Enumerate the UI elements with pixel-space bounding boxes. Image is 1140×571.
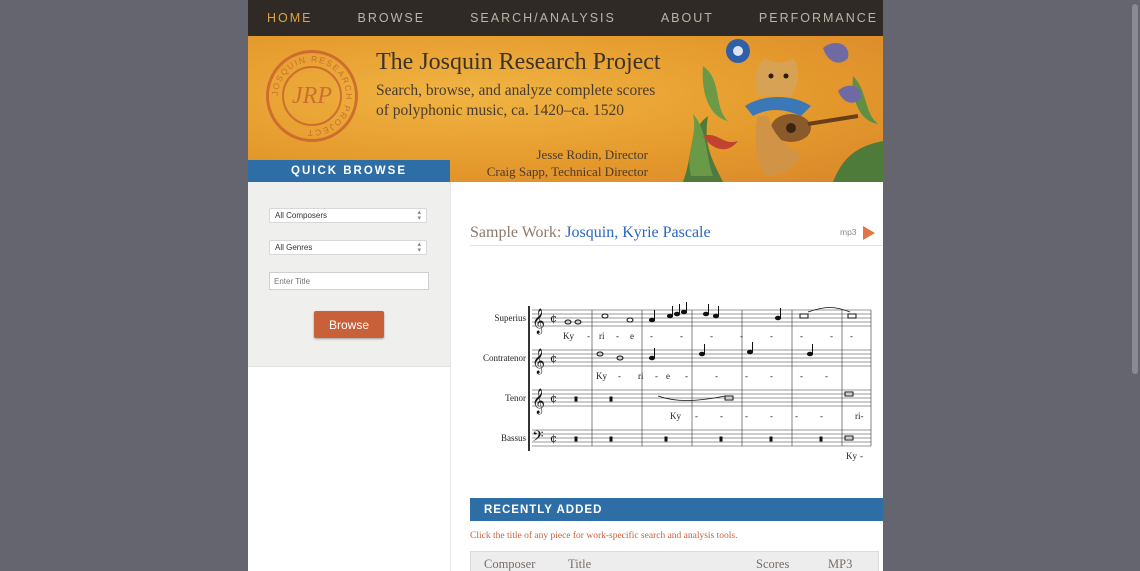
svg-text:-: - bbox=[618, 371, 621, 381]
svg-text:-: - bbox=[650, 331, 653, 341]
nav-browse[interactable]: BROWSE bbox=[358, 11, 426, 25]
svg-text:𝄞: 𝄞 bbox=[532, 388, 545, 414]
window-scrollbar[interactable] bbox=[1130, 0, 1140, 571]
genre-select[interactable]: All Genres ▴ ▾ bbox=[269, 240, 427, 255]
select-arrows-icon: ▴ ▾ bbox=[417, 209, 421, 222]
site-subtitle: Search, browse, and analyze complete sco… bbox=[376, 81, 676, 121]
sample-work-divider bbox=[470, 245, 883, 246]
svg-text:𝄢: 𝄢 bbox=[532, 428, 544, 449]
svg-text:¢: ¢ bbox=[550, 432, 557, 445]
svg-text:ri-: ri- bbox=[855, 411, 864, 421]
svg-text:-: - bbox=[795, 411, 798, 421]
svg-text:Ky: Ky bbox=[563, 331, 574, 341]
recently-added-note: Click the title of any piece for work-sp… bbox=[470, 531, 738, 541]
svg-text:𝄞: 𝄞 bbox=[532, 348, 545, 374]
site-title: The Josquin Research Project bbox=[376, 49, 661, 75]
column-composer[interactable]: Composer bbox=[484, 557, 535, 571]
composer-select-value: All Composers bbox=[275, 211, 328, 220]
page: HOME BROWSE SEARCH/ANALYSIS ABOUT PERFOR… bbox=[248, 0, 883, 571]
site-credits: Jesse Rodin, Director Craig Sapp, Techni… bbox=[487, 146, 648, 180]
credit-technical-director: Craig Sapp, Technical Director bbox=[486, 164, 648, 179]
svg-text:𝄞: 𝄞 bbox=[532, 308, 545, 334]
column-title[interactable]: Title bbox=[568, 557, 591, 571]
play-icon[interactable] bbox=[863, 226, 875, 240]
svg-text:-: - bbox=[770, 331, 773, 341]
svg-text:-: - bbox=[720, 411, 723, 421]
svg-text:Ky: Ky bbox=[596, 371, 607, 381]
title-search-input[interactable] bbox=[269, 272, 429, 290]
svg-text:¢: ¢ bbox=[550, 312, 557, 325]
svg-text:¢: ¢ bbox=[550, 392, 557, 405]
main-nav: HOME BROWSE SEARCH/ANALYSIS ABOUT PERFOR… bbox=[248, 0, 883, 36]
column-scores[interactable]: Scores bbox=[756, 557, 789, 571]
svg-text:-: - bbox=[695, 411, 698, 421]
recently-added-table-header: Composer Title Scores MP3 bbox=[470, 551, 879, 571]
svg-text:¢: ¢ bbox=[550, 352, 557, 365]
mp3-label: mp3 bbox=[840, 227, 857, 237]
recently-added-header: RECENTLY ADDED bbox=[470, 498, 883, 521]
sample-work-link[interactable]: Josquin, Kyrie Pascale bbox=[565, 224, 710, 241]
nav-performance[interactable]: PERFORMANCE bbox=[759, 11, 878, 25]
browse-button[interactable]: Browse bbox=[314, 311, 384, 338]
svg-text:e: e bbox=[666, 371, 670, 381]
svg-text:-: - bbox=[770, 411, 773, 421]
composer-select[interactable]: All Composers ▴ ▾ bbox=[269, 208, 427, 223]
svg-text:-: - bbox=[616, 331, 619, 341]
seal-initials: JRP bbox=[282, 66, 342, 126]
nav-home[interactable]: HOME bbox=[267, 11, 313, 25]
sample-work-prefix: Sample Work: bbox=[470, 224, 562, 241]
svg-text:e: e bbox=[630, 331, 634, 341]
svg-text:-: - bbox=[860, 451, 863, 461]
score-excerpt[interactable]: Superius Contratenor Tenor Bassus 𝄞 𝄞 𝄞 … bbox=[470, 296, 883, 466]
svg-text:Ky: Ky bbox=[670, 411, 681, 421]
svg-text:-: - bbox=[825, 371, 828, 381]
svg-text:-: - bbox=[715, 371, 718, 381]
svg-text:-: - bbox=[800, 371, 803, 381]
svg-text:-: - bbox=[850, 331, 853, 341]
sidebar-divider bbox=[450, 182, 451, 571]
svg-text:-: - bbox=[710, 331, 713, 341]
svg-text:-: - bbox=[685, 371, 688, 381]
svg-text:-: - bbox=[745, 371, 748, 381]
svg-text:ri: ri bbox=[599, 331, 605, 341]
svg-text:-: - bbox=[800, 331, 803, 341]
subtitle-line-2: of polyphonic music, ca. 1420–ca. 1520 bbox=[376, 102, 624, 119]
svg-text:-: - bbox=[820, 411, 823, 421]
svg-text:Ky: Ky bbox=[846, 451, 857, 461]
svg-text:-: - bbox=[740, 331, 743, 341]
genre-select-value: All Genres bbox=[275, 243, 313, 252]
svg-text:-: - bbox=[745, 411, 748, 421]
jrp-seal-logo[interactable]: JOSQUIN RESEARCH PROJECT JRP bbox=[266, 50, 358, 142]
scrollbar-thumb[interactable] bbox=[1132, 4, 1138, 374]
select-arrows-icon: ▴ ▾ bbox=[417, 241, 421, 254]
sample-work-heading: Sample Work: Josquin, Kyrie Pascale bbox=[470, 224, 711, 242]
svg-text:-: - bbox=[770, 371, 773, 381]
quick-browse-panel: All Composers ▴▾ All Genres ▴▾ Browse bbox=[248, 182, 451, 367]
svg-text:ri: ri bbox=[638, 371, 644, 381]
svg-text:-: - bbox=[680, 331, 683, 341]
nav-search-analysis[interactable]: SEARCH/ANALYSIS bbox=[470, 11, 616, 25]
column-mp3[interactable]: MP3 bbox=[828, 557, 852, 571]
subtitle-line-1: Search, browse, and analyze complete sco… bbox=[376, 82, 656, 99]
credit-director: Jesse Rodin, Director bbox=[536, 147, 648, 162]
quick-browse-header: QUICK BROWSE bbox=[248, 160, 450, 182]
svg-text:-: - bbox=[587, 331, 590, 341]
lute-player-illustration bbox=[683, 39, 883, 182]
nav-about[interactable]: ABOUT bbox=[661, 11, 714, 25]
score-staves: 𝄞 𝄞 𝄞 𝄢 ¢ ¢ ¢ ¢ Ky - ri - e - - - - - - … bbox=[528, 302, 872, 461]
svg-text:-: - bbox=[830, 331, 833, 341]
svg-text:-: - bbox=[655, 371, 658, 381]
